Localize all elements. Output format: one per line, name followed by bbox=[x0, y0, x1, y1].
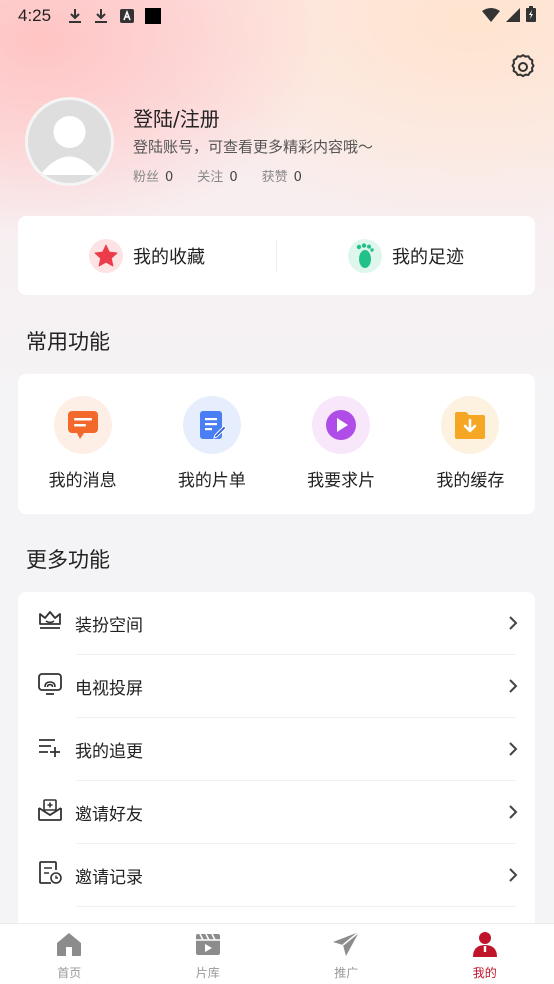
footprints-label: 我的足迹 bbox=[392, 246, 464, 268]
playlist-icon bbox=[182, 396, 241, 454]
tab-library[interactable]: 片库 bbox=[139, 924, 278, 984]
record-icon bbox=[37, 860, 63, 890]
list-item-tv-cast[interactable]: 电视投屏 bbox=[18, 655, 535, 717]
stat-fans: 粉丝 0 bbox=[133, 170, 174, 185]
paper-plane-icon bbox=[332, 931, 360, 961]
status-time: 4:25 bbox=[18, 6, 52, 25]
bottom-tab-bar: 首页 片库 推广 我的 bbox=[0, 923, 554, 984]
crown-icon bbox=[37, 609, 63, 637]
tab-mine[interactable]: 我的 bbox=[416, 924, 554, 984]
header-background bbox=[0, 0, 554, 420]
message-icon bbox=[53, 396, 112, 454]
download-folder-icon bbox=[441, 396, 500, 454]
tab-promotion[interactable]: 推广 bbox=[277, 924, 416, 984]
request-film-button[interactable]: 我要求片 bbox=[277, 396, 406, 514]
more-functions-title: 更多功能 bbox=[26, 548, 110, 572]
download-icon bbox=[67, 8, 83, 24]
login-register-link[interactable]: 登陆/注册 bbox=[133, 103, 220, 132]
my-cache-button[interactable]: 我的缓存 bbox=[406, 396, 535, 514]
chevron-right-icon bbox=[507, 677, 519, 695]
footprint-icon bbox=[348, 238, 382, 273]
download-icon bbox=[93, 8, 109, 24]
settings-button[interactable] bbox=[508, 52, 538, 82]
font-icon bbox=[119, 8, 135, 24]
common-functions-card: 我的消息 我的片单 我要求片 我的缓存 bbox=[18, 374, 535, 514]
user-stats: 粉丝 0 关注 0 获赞 0 bbox=[133, 166, 302, 185]
invite-icon bbox=[37, 798, 63, 826]
chevron-right-icon bbox=[507, 614, 519, 632]
gear-icon bbox=[508, 54, 538, 86]
favorites-button[interactable]: 我的收藏 bbox=[18, 238, 276, 273]
stat-following: 关注 0 bbox=[197, 170, 238, 185]
film-icon bbox=[195, 931, 221, 961]
battery-icon bbox=[526, 6, 536, 26]
signal-icon bbox=[506, 7, 520, 26]
footprints-button[interactable]: 我的足迹 bbox=[277, 238, 535, 273]
my-playlist-button[interactable]: 我的片单 bbox=[147, 396, 276, 514]
list-add-icon bbox=[37, 735, 63, 763]
quick-access-card: 我的收藏 我的足迹 bbox=[18, 216, 535, 295]
tab-home[interactable]: 首页 bbox=[0, 924, 139, 984]
avatar[interactable] bbox=[25, 97, 114, 186]
person-icon bbox=[472, 931, 498, 961]
star-icon bbox=[89, 238, 123, 273]
divider bbox=[76, 906, 516, 907]
home-icon bbox=[55, 931, 83, 961]
common-functions-title: 常用功能 bbox=[26, 330, 110, 354]
chevron-right-icon bbox=[507, 866, 519, 884]
chevron-right-icon bbox=[507, 803, 519, 821]
list-item-following-updates[interactable]: 我的追更 bbox=[18, 718, 535, 780]
chevron-right-icon bbox=[507, 740, 519, 758]
wifi-icon bbox=[482, 7, 500, 26]
list-item-dressup[interactable]: 装扮空间 bbox=[18, 592, 535, 654]
my-messages-button[interactable]: 我的消息 bbox=[18, 396, 147, 514]
list-item-invite-records[interactable]: 邀请记录 bbox=[18, 844, 535, 906]
status-bar: 4:25 bbox=[0, 0, 554, 32]
app-square-icon bbox=[145, 8, 162, 24]
favorites-label: 我的收藏 bbox=[133, 246, 205, 268]
play-icon bbox=[312, 396, 371, 454]
more-functions-card: 装扮空间 电视投屏 我的追更 邀请好友 邀请记录 bbox=[18, 592, 535, 932]
list-item-invite-friends[interactable]: 邀请好友 bbox=[18, 781, 535, 843]
login-hint: 登陆账号，可查看更多精彩内容哦～ bbox=[133, 138, 374, 156]
stat-likes: 获赞 0 bbox=[261, 170, 302, 185]
cast-icon bbox=[37, 672, 63, 700]
